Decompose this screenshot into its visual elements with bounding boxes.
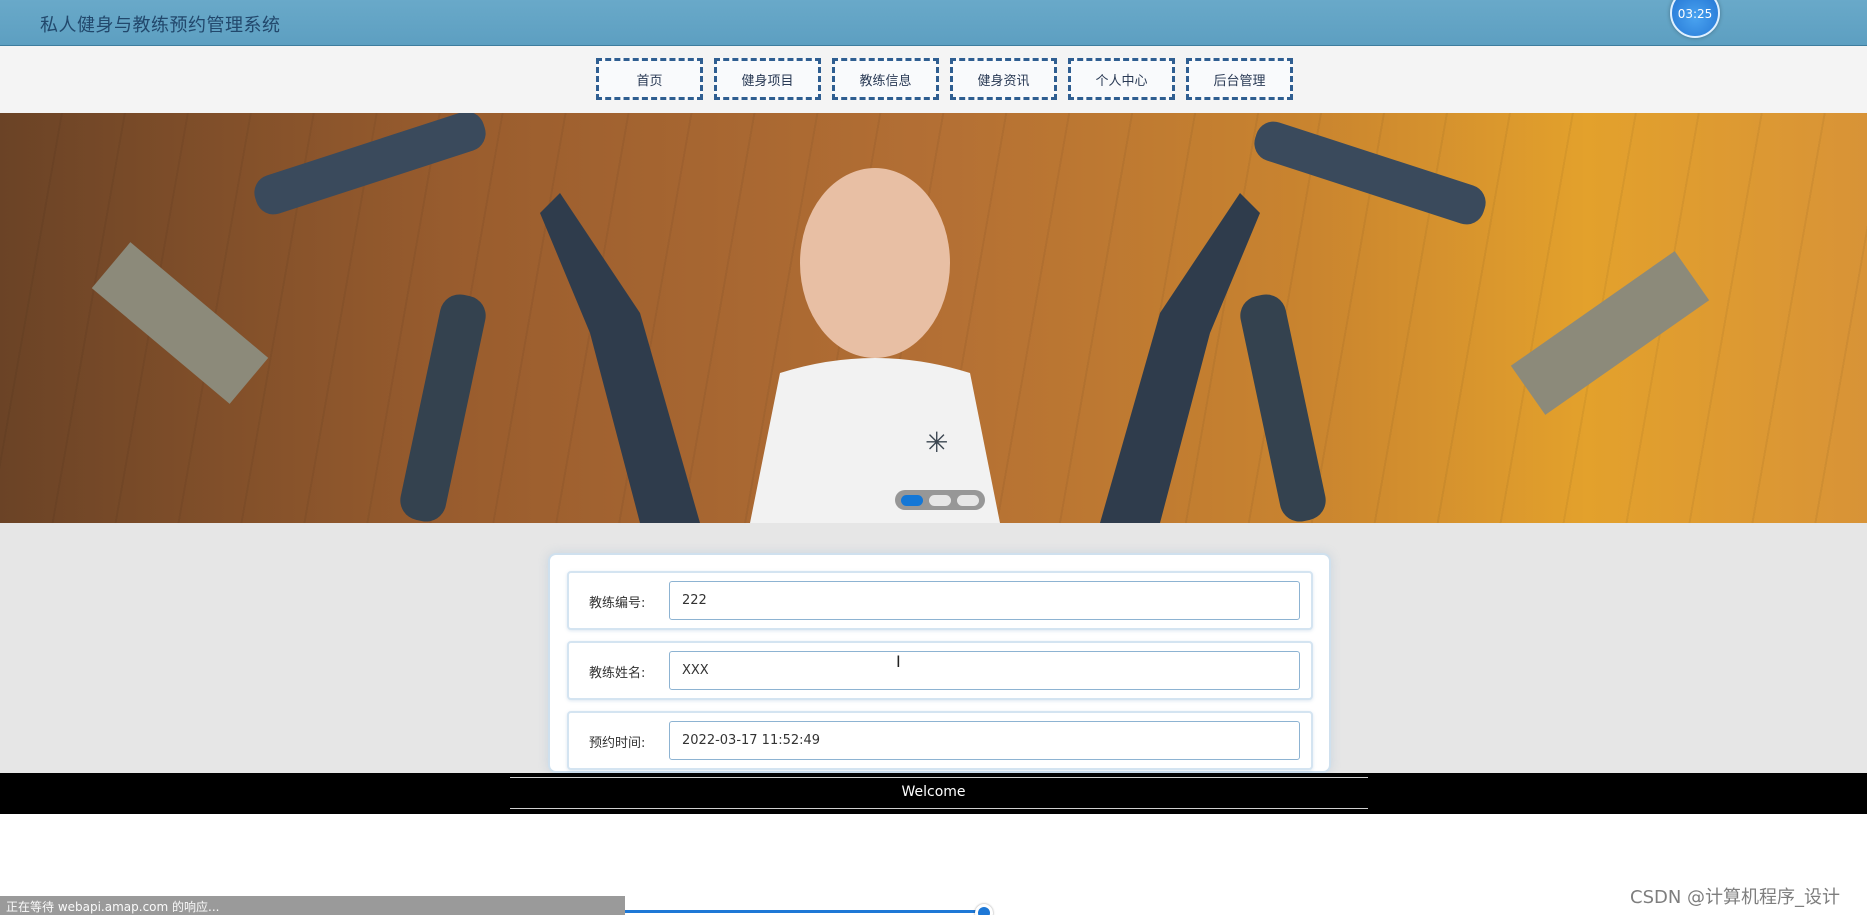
- gym-machine-illustration: [91, 113, 1710, 523]
- footer-text: Welcome: [901, 784, 966, 800]
- nav-home[interactable]: 首页: [596, 58, 703, 100]
- coach-name-input[interactable]: [669, 651, 1300, 690]
- spinner-icon: ✳: [925, 426, 949, 459]
- nav-admin[interactable]: 后台管理: [1186, 58, 1293, 100]
- browser-status-bar: 正在等待 webapi.amap.com 的响应...: [0, 896, 625, 915]
- hero-banner: ✳: [0, 113, 1867, 523]
- booking-form: 教练编号: 教练姓名: 预约时间:: [548, 553, 1331, 773]
- nav-fitness-projects[interactable]: 健身项目: [714, 58, 821, 100]
- page: 私人健身与教练预约管理系统 03:25 首页 健身项目 教练信息 健身资讯 个人…: [0, 0, 1867, 915]
- video-progress-bar[interactable]: [625, 910, 985, 913]
- footer-divider-bottom: [510, 808, 1368, 809]
- nav-fitness-news[interactable]: 健身资讯: [950, 58, 1057, 100]
- footer: Welcome: [0, 773, 1867, 814]
- video-progress-handle[interactable]: [975, 904, 993, 915]
- text-cursor-icon: I: [896, 652, 901, 671]
- main-navigation: 首页 健身项目 教练信息 健身资讯 个人中心 后台管理: [0, 46, 1867, 113]
- booking-time-input[interactable]: [669, 721, 1300, 760]
- header-bar: 私人健身与教练预约管理系统 03:25: [0, 0, 1867, 46]
- form-row-coach-id: 教练编号:: [567, 571, 1313, 630]
- coach-id-label: 教练编号:: [589, 596, 646, 611]
- footer-divider-top: [510, 777, 1368, 778]
- booking-time-label: 预约时间:: [589, 736, 646, 751]
- coach-name-label: 教练姓名:: [589, 666, 646, 681]
- carousel-dot-2[interactable]: [929, 494, 951, 506]
- nav-personal-center[interactable]: 个人中心: [1068, 58, 1175, 100]
- site-title: 私人健身与教练预约管理系统: [40, 15, 281, 36]
- form-row-coach-name: 教练姓名:: [567, 641, 1313, 700]
- form-row-booking-time: 预约时间:: [567, 711, 1313, 770]
- timer-badge: 03:25: [1670, 0, 1720, 38]
- nav-coach-info[interactable]: 教练信息: [832, 58, 939, 100]
- watermark: CSDN @计算机程序_设计: [1630, 887, 1841, 908]
- carousel-dot-1[interactable]: [901, 494, 923, 506]
- carousel-dot-3[interactable]: [957, 494, 979, 506]
- nav-list: 首页 健身项目 教练信息 健身资讯 个人中心 后台管理: [596, 58, 1293, 100]
- content-area: 教练编号: 教练姓名: 预约时间:: [0, 523, 1867, 773]
- carousel-indicators: [895, 490, 985, 510]
- coach-id-input[interactable]: [669, 581, 1300, 620]
